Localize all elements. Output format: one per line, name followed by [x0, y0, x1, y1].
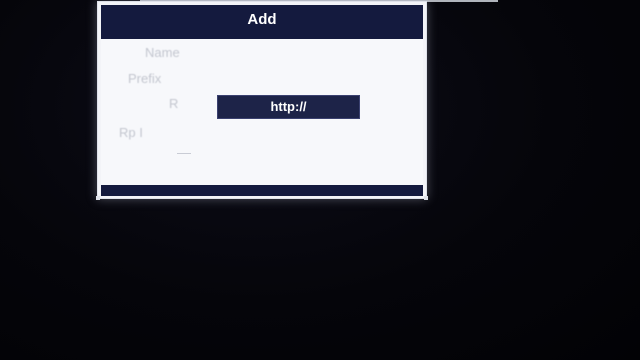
dialog-title: Add — [247, 11, 277, 28]
dialog-title-bar: Add — [101, 5, 423, 39]
url-label: R — [169, 96, 179, 111]
prefix-label: Prefix — [128, 71, 162, 86]
url-input[interactable]: http:// — [217, 95, 360, 119]
add-dialog: Add Name Prefix R Rp I http:// — [96, 1, 428, 200]
url-input-value: http:// — [270, 99, 307, 114]
name-label: Name — [145, 45, 180, 60]
dialog-body: Name Prefix R Rp I http:// — [101, 39, 423, 185]
corner-marker — [424, 196, 428, 200]
fourth-field-label: Rp I — [119, 125, 143, 140]
field-underline — [177, 153, 191, 154]
corner-marker — [96, 196, 100, 200]
dialog-footer-bar — [101, 185, 423, 196]
